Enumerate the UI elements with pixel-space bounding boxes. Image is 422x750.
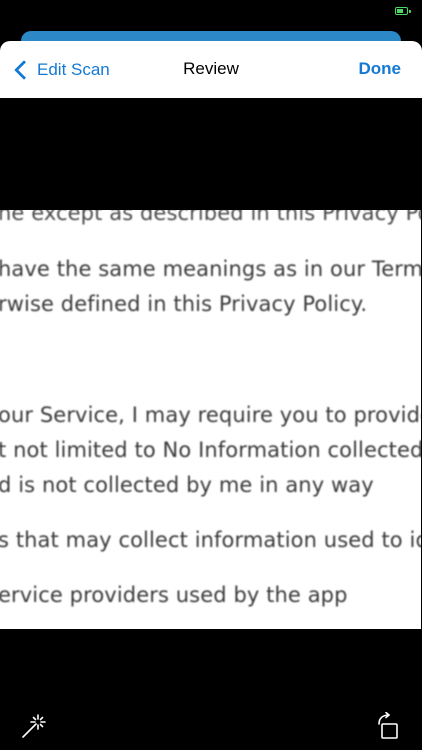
scan-text-line: have the same meanings as in our Terms (0, 257, 421, 281)
rotate-icon (378, 711, 398, 739)
done-button[interactable]: Done (359, 59, 402, 79)
bottom-toolbar (0, 698, 422, 750)
scan-text-line: s that may collect information used to i… (0, 528, 421, 552)
back-button-label: Edit Scan (37, 60, 110, 79)
magic-wand-icon (22, 714, 46, 738)
scan-text-line: our Service, I may require you to provid… (0, 403, 421, 427)
scan-preview-area: ne except as described in this Privacy P… (0, 98, 422, 698)
status-bar (0, 0, 422, 22)
scan-text-line: ervice providers used by the app (0, 583, 348, 607)
battery-fill (397, 9, 403, 13)
scan-text-line: d is not collected by me in any way (0, 473, 374, 497)
battery-icon (395, 7, 411, 15)
edit-scan-back-button[interactable]: Edit Scan (12, 57, 110, 83)
scan-text-line: ne except as described in this Privacy P… (0, 210, 421, 225)
magic-wand-button[interactable] (20, 712, 48, 740)
scanned-page-image: ne except as described in this Privacy P… (0, 210, 421, 629)
chevron-left-icon (14, 60, 34, 80)
scan-text-line: rwise defined in this Privacy Policy. (0, 292, 368, 316)
rotate-button[interactable] (374, 711, 402, 740)
navigation-bar: Edit Scan Review Done (0, 41, 422, 98)
screen: Edit Scan Review Done ne except as descr… (0, 0, 422, 750)
scan-text-line: t not limited to No Information collecte… (0, 438, 421, 462)
